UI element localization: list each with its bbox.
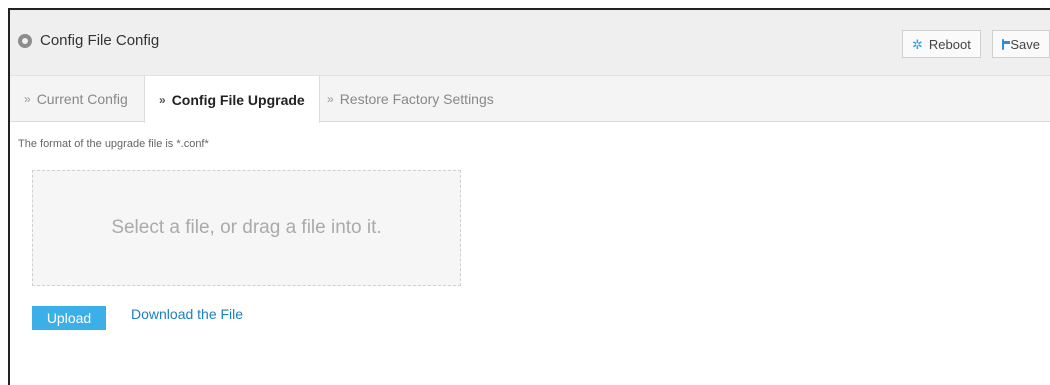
tab-bar: » Current Config » Config File Upgrade »… — [10, 76, 1050, 123]
tab-label: Config File Upgrade — [171, 91, 305, 108]
tab-restore-factory-settings[interactable]: » Restore Factory Settings — [313, 76, 508, 122]
reboot-label: Reboot — [928, 36, 971, 52]
chevron-right-icon: » — [24, 92, 31, 106]
chevron-right-icon: » — [327, 92, 334, 106]
dropzone-text: Select a file, or drag a file into it. — [111, 217, 382, 238]
location-pin-icon — [18, 33, 32, 48]
tab-config-file-upgrade[interactable]: » Config File Upgrade — [144, 76, 320, 123]
save-button[interactable]: Save — [992, 30, 1050, 58]
file-dropzone[interactable]: Select a file, or drag a file into it. — [32, 170, 461, 286]
download-file-link[interactable]: Download the File — [131, 306, 243, 322]
reboot-button[interactable]: ✲ Reboot — [902, 30, 981, 58]
chevron-right-icon: » — [159, 92, 166, 107]
page-title: Config File Config — [18, 32, 159, 49]
main-panel: Config File Config ✲ Reboot Save » Curre… — [8, 8, 1050, 385]
tab-current-config[interactable]: » Current Config — [10, 76, 142, 122]
panel-header: Config File Config ✲ Reboot Save — [10, 10, 1050, 76]
file-format-hint: The format of the upgrade file is *.conf… — [18, 138, 209, 150]
upload-button[interactable]: Upload — [32, 306, 106, 330]
page-title-text: Config File Config — [40, 32, 160, 49]
spinner-icon: ✲ — [912, 36, 923, 52]
save-label: Save — [1010, 36, 1040, 52]
tab-label: Current Config — [36, 91, 128, 107]
floppy-disk-icon — [1002, 38, 1012, 50]
tab-label: Restore Factory Settings — [339, 91, 494, 107]
